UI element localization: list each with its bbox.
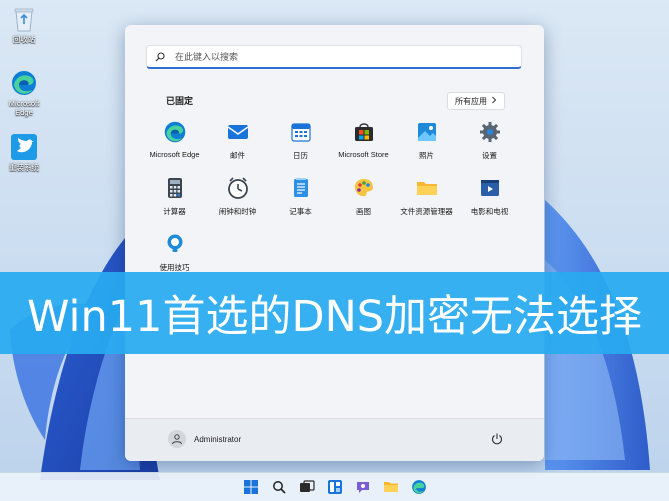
desktop-icon-edge[interactable]: Microsoft Edge [2,68,46,117]
avatar [168,430,186,448]
search-icon [272,481,286,494]
app-label: 邮件 [230,151,245,160]
edge-taskbar-button[interactable] [408,476,430,498]
pinned-app-file-explorer[interactable]: 文件资源管理器 [395,176,458,232]
pinned-app-calculator[interactable]: 计算器 [143,176,206,232]
taskbar-search-button[interactable] [268,476,290,498]
search-input[interactable] [171,51,521,62]
title-banner: Win11首选的DNS加密无法选择 [0,272,669,354]
pinned-apps-grid: Microsoft Edge 邮件 日历 Microsoft Store 照片 … [143,120,523,288]
desktop-icon-recycle-bin[interactable]: 回收站 [2,4,46,44]
tips-icon [163,232,187,256]
all-apps-label: 所有应用 [455,96,487,106]
pinned-app-settings[interactable]: 设置 [458,120,521,176]
recycle-bin-icon [9,4,39,34]
all-apps-button[interactable]: 所有应用 [447,92,505,110]
power-icon [492,433,502,445]
pinned-app-movies-tv[interactable]: 电影和电视 [458,176,521,232]
desktop-icon-label: 回收站 [12,35,36,44]
user-account-button[interactable]: Administrator [168,430,241,448]
pinned-app-calendar[interactable]: 日历 [269,120,332,176]
pinned-app-paint[interactable]: 画图 [332,176,395,232]
chat-icon [356,482,369,493]
pinned-app-mail[interactable]: 邮件 [206,120,269,176]
edge-icon [411,480,426,494]
desktop-icon-reinstall[interactable]: 重装系统 [2,132,46,172]
chevron-right-icon [491,96,497,106]
file-explorer-button[interactable] [380,476,402,498]
movies-icon [478,176,502,200]
paint-icon [352,176,376,200]
edge-icon [9,68,39,98]
notepad-icon [289,176,313,200]
calculator-icon [163,176,187,200]
pinned-section-title: 已固定 [166,96,194,106]
pinned-app-edge[interactable]: Microsoft Edge [143,120,206,176]
desktop-icon-label: Microsoft Edge [8,99,40,117]
power-button[interactable] [490,432,504,446]
folder-icon [415,176,439,200]
calendar-icon [289,120,313,144]
app-label: 计算器 [163,207,186,216]
desktop-icon-label: 重装系统 [9,163,39,172]
taskbar [0,472,669,501]
windows-logo-icon [243,480,258,494]
gear-icon [478,120,502,144]
bird-icon [9,132,39,162]
pinned-app-photos[interactable]: 照片 [395,120,458,176]
app-label: 照片 [419,151,434,160]
mail-icon [226,120,250,144]
widgets-icon [327,480,342,494]
pinned-app-alarm-clock[interactable]: 闹钟和时钟 [206,176,269,232]
chat-button[interactable] [352,476,374,498]
app-label: 电影和电视 [470,207,509,216]
folder-icon [383,482,398,492]
alarm-clock-icon [226,176,250,200]
search-icon [155,51,171,62]
app-label: 日历 [293,151,308,160]
widgets-button[interactable] [324,476,346,498]
task-view-button[interactable] [296,476,318,498]
user-name: Administrator [194,434,242,444]
task-view-icon [299,480,315,492]
photos-icon [415,120,439,144]
start-menu-footer: Administrator [125,418,544,461]
app-label: 闹钟和时钟 [218,207,257,216]
app-label: 记事本 [289,207,312,216]
app-label: 文件资源管理器 [400,207,453,216]
pinned-app-store[interactable]: Microsoft Store [332,120,395,176]
app-label: Microsoft Store [338,150,389,159]
store-icon [352,120,376,144]
edge-icon [163,120,187,144]
user-icon [172,434,182,445]
app-label: 画图 [356,207,371,216]
app-label: 设置 [482,151,497,160]
start-search-box[interactable] [146,45,522,69]
start-menu: 已固定 所有应用 Microsoft Edge [125,25,544,461]
pinned-app-notepad[interactable]: 记事本 [269,176,332,232]
start-button[interactable] [240,476,262,498]
app-label: Microsoft Edge [149,150,200,159]
banner-text: Win11首选的DNS加密无法选择 [26,292,643,342]
